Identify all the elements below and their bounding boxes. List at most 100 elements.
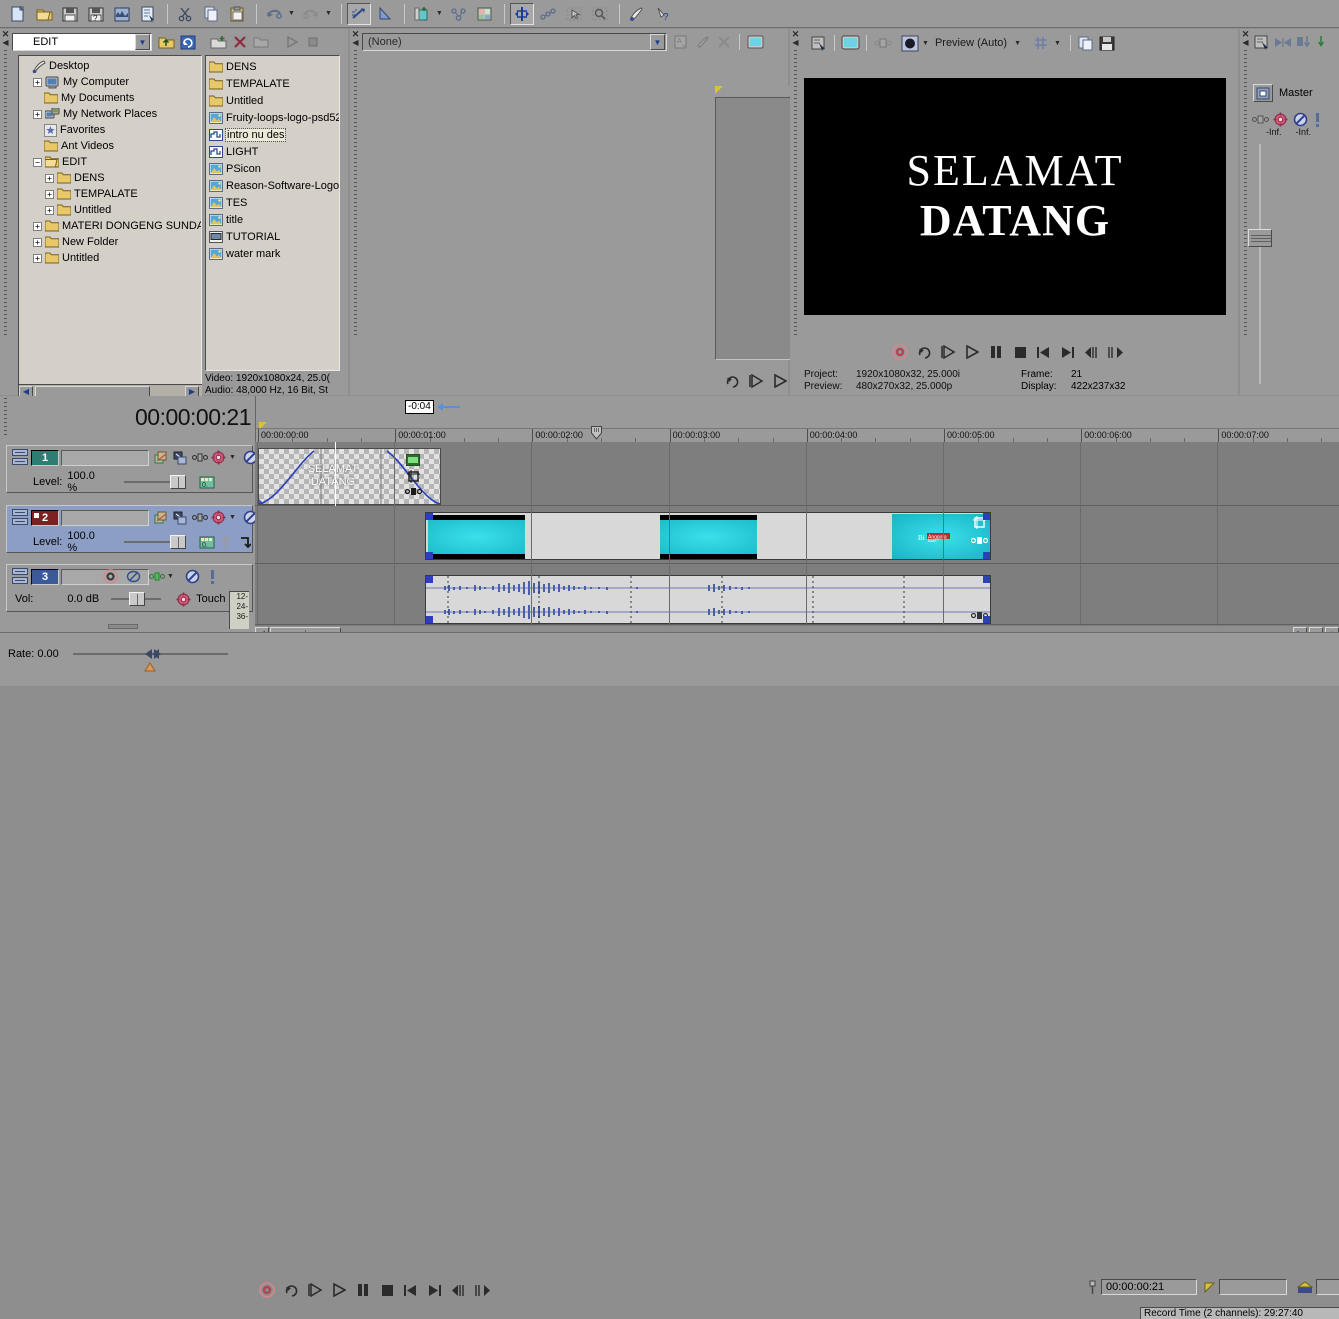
track-header-2[interactable]: 2 ▼ Level: 100.0 % 0.: [6, 505, 268, 554]
tree-expander-icon[interactable]: +: [45, 173, 54, 183]
tree-item-my-computer[interactable]: + My Computer: [21, 74, 201, 90]
zoom-edit-tool-icon[interactable]: [588, 3, 612, 25]
loop-playback-icon[interactable]: [912, 341, 936, 363]
stop-icon[interactable]: [1008, 341, 1032, 363]
pan-dropdown-icon[interactable]: ▼: [167, 573, 174, 580]
panel-grip[interactable]: [0, 396, 11, 442]
track-3-automation-mode[interactable]: Touch: [196, 593, 225, 605]
tree-expander-icon[interactable]: +: [33, 237, 42, 247]
file-item-tutorial[interactable]: TUTORIAL: [206, 228, 339, 245]
open-project-icon[interactable]: [32, 3, 56, 25]
up-one-level-icon[interactable]: [156, 32, 177, 52]
rate-slider[interactable]: [72, 649, 228, 672]
redo-icon[interactable]: [299, 3, 323, 25]
make-compositing-child-icon[interactable]: [218, 534, 234, 551]
pause-icon[interactable]: [351, 1279, 375, 1301]
tree-item-dens[interactable]: + DENS: [21, 170, 201, 186]
record-icon[interactable]: [888, 341, 912, 363]
panel-grip[interactable]: ✕ ◀: [350, 29, 361, 395]
go-to-start-icon[interactable]: [399, 1279, 423, 1301]
track-list-scroll-thumb[interactable]: [108, 624, 138, 629]
explorer-path-combo[interactable]: EDIT ▼: [12, 33, 152, 51]
clip-fx-icon[interactable]: [405, 486, 422, 497]
solo-icon[interactable]: [207, 568, 219, 585]
project-video-properties-icon[interactable]: [808, 33, 829, 53]
clip-pan-crop-icon[interactable]: [407, 470, 420, 483]
clip-handle-br[interactable]: [983, 552, 990, 559]
play-icon[interactable]: [327, 1279, 351, 1301]
render-as-icon[interactable]: [136, 3, 160, 25]
file-item-intro-nu-des[interactable]: intro nu des: [206, 126, 339, 143]
whats-this-icon[interactable]: ?: [651, 3, 675, 25]
automation-settings-icon[interactable]: 0.: [199, 534, 215, 551]
undo-dropdown-icon[interactable]: ▼: [288, 10, 295, 17]
clip-handle-tl[interactable]: [426, 513, 433, 520]
loop-playback-icon[interactable]: [720, 370, 744, 392]
go-to-end-icon[interactable]: [1056, 341, 1080, 363]
add-to-favorites-icon[interactable]: [250, 32, 271, 52]
make-compositing-child-icon[interactable]: [218, 474, 234, 491]
rate-slider-handle[interactable]: [135, 648, 171, 660]
display-monitor-icon[interactable]: [745, 32, 766, 52]
track-3-volume-slider[interactable]: [111, 592, 162, 606]
split-screen-view-icon[interactable]: [872, 33, 893, 53]
clip-handle-tr[interactable]: [983, 576, 990, 583]
track-2-level-slider[interactable]: [123, 535, 186, 549]
file-item-tempalate[interactable]: TEMPALATE: [206, 75, 339, 92]
tree-item-favorites[interactable]: Favorites: [21, 122, 201, 138]
automation-settings-icon[interactable]: 0.: [199, 474, 215, 491]
panel-grip[interactable]: ✕ ◀: [790, 29, 801, 395]
new-project-icon[interactable]: [6, 3, 30, 25]
compositing-mode-icon[interactable]: [153, 509, 170, 526]
save-project-icon[interactable]: [58, 3, 82, 25]
properties-icon[interactable]: [110, 3, 134, 25]
mute-icon[interactable]: [1291, 109, 1309, 129]
go-to-start-icon[interactable]: [1032, 341, 1056, 363]
previous-frame-icon[interactable]: [447, 1279, 471, 1301]
tree-item-materi-dongeng-sunda[interactable]: + MATERI DONGENG SUNDA &: [21, 218, 201, 234]
fader-handle[interactable]: [1248, 229, 1272, 247]
timeline-clip-audio[interactable]: [425, 575, 991, 624]
footer-selection-length[interactable]: [1316, 1279, 1339, 1295]
clip-media-properties-icon[interactable]: [406, 454, 420, 466]
slider-handle[interactable]: [169, 475, 186, 489]
new-folder-icon[interactable]: [208, 32, 229, 52]
track-number-2[interactable]: 2: [31, 510, 59, 526]
insert-track-dropdown-icon[interactable]: ▼: [436, 10, 443, 17]
mute-icon[interactable]: [184, 568, 201, 585]
overlays-grid-icon[interactable]: [1031, 33, 1052, 53]
tree-item-untitled[interactable]: + Untitled: [21, 202, 201, 218]
track-minimize-maximize[interactable]: [12, 449, 28, 467]
tree-item-ant-videos[interactable]: Ant Videos: [21, 138, 201, 154]
play-from-start-icon[interactable]: [744, 370, 768, 392]
undo-icon[interactable]: [262, 3, 286, 25]
insert-input-bus-icon[interactable]: [1314, 32, 1328, 52]
file-item-untitled[interactable]: Untitled: [206, 92, 339, 109]
delete-icon[interactable]: [229, 32, 250, 52]
automation-settings-icon[interactable]: [373, 3, 397, 25]
start-preview-icon[interactable]: [281, 32, 302, 52]
previous-frame-icon[interactable]: [1080, 341, 1104, 363]
tree-expander-icon[interactable]: +: [33, 253, 42, 263]
track-name-2[interactable]: [61, 510, 149, 526]
solo-icon[interactable]: [1311, 109, 1323, 129]
explorer-folder-tree[interactable]: Desktop + My Computer My Documents + My Netwo…: [18, 55, 202, 395]
fx-dropdown-icon[interactable]: ▼: [229, 514, 236, 521]
cut-icon[interactable]: [173, 3, 197, 25]
footer-timecode[interactable]: 00:00:00:21: [1101, 1279, 1197, 1295]
clear-trimmer-icon[interactable]: [713, 32, 734, 52]
tree-item-tempalate[interactable]: + TEMPALATE: [21, 186, 201, 202]
trimmer-media-combo[interactable]: (None) ▼: [362, 33, 667, 51]
make-compositing-parent-icon[interactable]: [237, 474, 253, 491]
file-item-title[interactable]: title: [206, 211, 339, 228]
timeline-cursor-timecode[interactable]: 00:00:00:21: [135, 404, 252, 431]
tree-collapser-icon[interactable]: −: [33, 157, 42, 167]
slider-handle[interactable]: [169, 535, 186, 549]
preview-on-external-monitor-icon[interactable]: [840, 33, 861, 53]
clip-fx-icon[interactable]: [971, 535, 988, 546]
track-number-3[interactable]: 3: [31, 569, 59, 585]
file-item-fruity-loops-logo-psd52[interactable]: Fruity-loops-logo-psd52: [206, 109, 339, 126]
parent-compositing-icon[interactable]: [172, 509, 189, 526]
timeline-marker[interactable]: -0:04: [405, 400, 461, 414]
chevron-down-icon[interactable]: ▼: [650, 34, 665, 50]
